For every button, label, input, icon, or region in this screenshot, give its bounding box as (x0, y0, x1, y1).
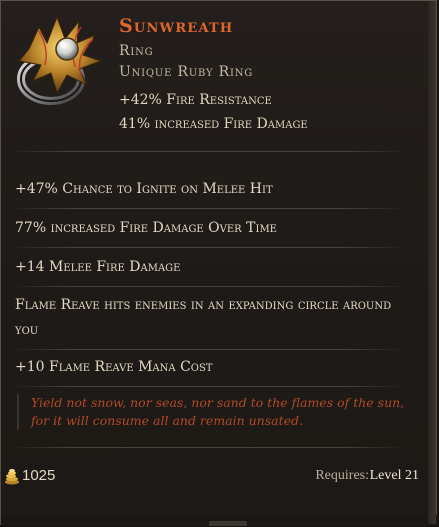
gold-value: 1025 (22, 467, 56, 484)
implicit-stat: 41% increased Fire Damage (119, 116, 308, 132)
requires-level: Level 21 (369, 468, 419, 483)
header-divider (9, 151, 407, 152)
item-type: Ring (119, 43, 154, 59)
lore-text: Yield not snow, nor seas, nor sand to th… (17, 394, 409, 430)
ornate-gold-ring-icon (17, 15, 103, 105)
affix-line: +47% Chance to Ignite on Melee Hit (15, 181, 273, 197)
item-name: Sunwreath (119, 15, 234, 37)
tooltip-footer: 1025 Requires: Level 21 (1, 463, 421, 493)
affix-line: +10 Flame Reave Mana Cost (15, 359, 213, 375)
lore-divider (9, 386, 407, 387)
affix-divider (9, 247, 407, 248)
item-tooltip: Sunwreath Ring Unique Ruby Ring +42% Fir… (0, 0, 438, 526)
affix-line: 77% increased Fire Damage Over Time (15, 220, 277, 236)
affix-divider (9, 286, 407, 287)
tooltip-bottom-notch (209, 521, 247, 526)
implicit-stat: +42% Fire Resistance (119, 92, 272, 108)
affix-line: +14 Melee Fire Damage (15, 259, 181, 275)
affix-divider (9, 349, 407, 350)
footer-divider (9, 447, 407, 448)
affix-line: Flame Reave hits enemies in an expanding… (15, 297, 392, 338)
item-rarity: Unique Ruby Ring (119, 64, 254, 80)
tooltip-header: Sunwreath Ring Unique Ruby Ring +42% Fir… (1, 1, 436, 141)
affix-divider (9, 208, 407, 209)
gold-coins-icon (5, 469, 19, 485)
requires-label: Requires: (315, 468, 369, 483)
